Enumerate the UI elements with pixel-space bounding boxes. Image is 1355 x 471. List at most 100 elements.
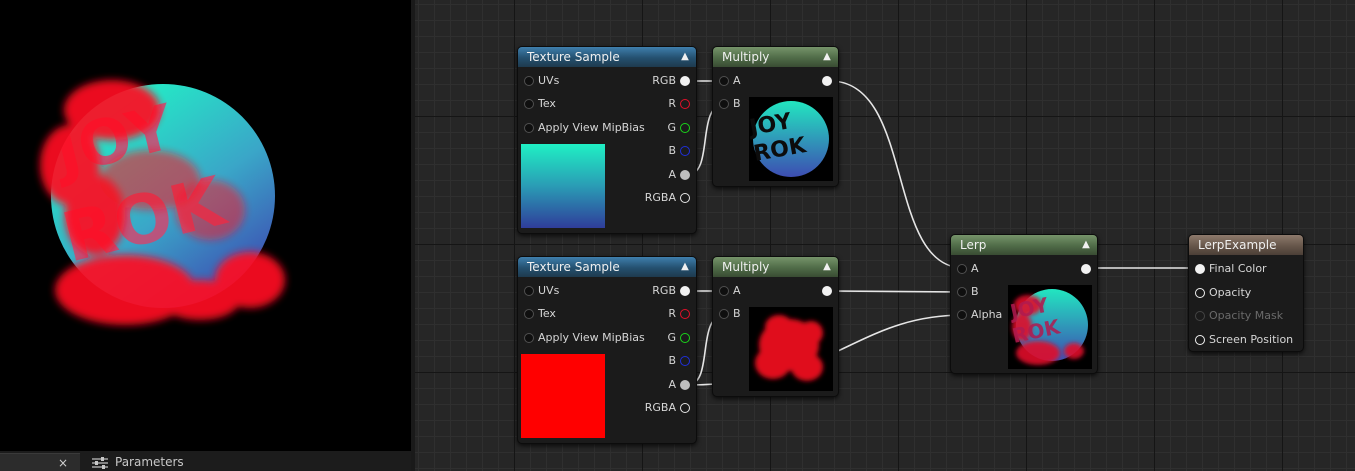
pin-rgb-out[interactable]: RGB: [652, 72, 690, 90]
pin-dot-icon[interactable]: [680, 123, 690, 133]
node-header[interactable]: Multiply ▲: [713, 257, 838, 277]
pin-rgb-out[interactable]: RGB: [652, 282, 690, 300]
material-graph[interactable]: Texture Sample ▲ UVs Tex Apply View MipB…: [415, 0, 1355, 471]
node-title: Lerp: [960, 238, 987, 252]
pin-dot-icon[interactable]: [680, 286, 690, 296]
pin-a[interactable]: A: [719, 282, 741, 300]
preview-viewport[interactable]: JOY ROK: [0, 0, 411, 451]
node-title: Texture Sample: [527, 50, 620, 64]
node-lerp[interactable]: Lerp ▲ A B Alpha JOY ROK: [950, 234, 1098, 374]
pin-tex[interactable]: Tex: [524, 95, 556, 113]
pin-a[interactable]: A: [957, 260, 979, 278]
pin-b[interactable]: B: [957, 283, 979, 301]
pin-apply-view-mipbias[interactable]: Apply View MipBias: [524, 329, 645, 347]
node-title: Texture Sample: [527, 260, 620, 274]
pin-dot-icon[interactable]: [719, 309, 729, 319]
wire-mul2-to-lerp-b: [829, 290, 965, 293]
pin-dot-icon[interactable]: [680, 76, 690, 86]
collapse-icon[interactable]: ▲: [821, 47, 833, 67]
tab-strip: × Parameters: [0, 451, 411, 471]
pin-a-out[interactable]: A: [668, 166, 690, 184]
pin-b[interactable]: B: [719, 95, 741, 113]
pin-uvs[interactable]: UVs: [524, 282, 559, 300]
pin-dot-icon[interactable]: [524, 76, 534, 86]
node-multiply-1[interactable]: Multiply ▲ A B JOY ROK: [712, 46, 839, 187]
pin-dot-icon[interactable]: [680, 356, 690, 366]
collapse-icon[interactable]: ▲: [679, 47, 691, 67]
pin-final-color[interactable]: Final Color: [1195, 260, 1267, 278]
pin-dot-icon[interactable]: [680, 403, 690, 413]
pin-opacity-mask: Opacity Mask: [1195, 307, 1283, 325]
pin-dot-icon[interactable]: [719, 99, 729, 109]
pin-dot-icon[interactable]: [524, 99, 534, 109]
pin-dot-icon[interactable]: [680, 146, 690, 156]
pin-dot-icon[interactable]: [524, 123, 534, 133]
pin-dot-icon[interactable]: [524, 286, 534, 296]
node-title: Multiply: [722, 50, 770, 64]
pin-out[interactable]: [1077, 260, 1091, 278]
pin-opacity[interactable]: Opacity: [1195, 284, 1251, 302]
pin-tex[interactable]: Tex: [524, 305, 556, 323]
collapse-icon[interactable]: ▲: [1080, 235, 1092, 255]
tab-parameters-label: Parameters: [115, 455, 184, 469]
node-header[interactable]: Multiply ▲: [713, 47, 838, 67]
pin-dot-icon[interactable]: [957, 310, 967, 320]
pin-b-out[interactable]: B: [668, 352, 690, 370]
node-header[interactable]: Lerp ▲: [951, 235, 1097, 255]
pin-dot-icon[interactable]: [719, 76, 729, 86]
node-header[interactable]: Texture Sample ▲: [518, 257, 696, 277]
pin-dot-icon[interactable]: [680, 333, 690, 343]
texture-preview-red: [521, 354, 605, 438]
lerp-preview: JOY ROK: [1008, 285, 1092, 369]
pin-a[interactable]: A: [719, 72, 741, 90]
pin-r-out[interactable]: R: [668, 95, 690, 113]
node-title: Multiply: [722, 260, 770, 274]
pin-dot-icon[interactable]: [680, 170, 690, 180]
collapse-icon[interactable]: ▲: [821, 257, 833, 277]
pin-screen-position[interactable]: Screen Position: [1195, 331, 1293, 349]
pin-uvs[interactable]: UVs: [524, 72, 559, 90]
close-tab-icon[interactable]: ×: [58, 454, 70, 471]
pin-dot-icon[interactable]: [680, 380, 690, 390]
pin-dot-icon[interactable]: [1081, 264, 1091, 274]
pin-a-out[interactable]: A: [668, 376, 690, 394]
pin-alpha[interactable]: Alpha: [957, 306, 1002, 324]
pin-b[interactable]: B: [719, 305, 741, 323]
collapse-icon[interactable]: ▲: [679, 257, 691, 277]
tab-parameters[interactable]: Parameters: [92, 453, 212, 471]
pin-g-out[interactable]: G: [667, 119, 690, 137]
tab-viewport[interactable]: ×: [0, 453, 80, 471]
pin-out[interactable]: [818, 72, 832, 90]
pin-rgba-out[interactable]: RGBA: [645, 399, 690, 417]
pin-dot-icon[interactable]: [1195, 335, 1205, 345]
pin-dot-icon[interactable]: [719, 286, 729, 296]
multiply-preview: JOY ROK: [749, 97, 833, 181]
pin-dot-icon[interactable]: [957, 287, 967, 297]
pin-dot-icon[interactable]: [524, 309, 534, 319]
pin-apply-view-mipbias[interactable]: Apply View MipBias: [524, 119, 645, 137]
material-editor: JOY ROK ×: [0, 0, 1355, 471]
pin-dot-icon[interactable]: [680, 99, 690, 109]
node-title: LerpExample: [1198, 238, 1277, 252]
pin-dot-icon[interactable]: [680, 193, 690, 203]
pin-g-out[interactable]: G: [667, 329, 690, 347]
node-texture-sample-2[interactable]: Texture Sample ▲ UVs Tex Apply View MipB…: [517, 256, 697, 444]
wire-mul1-to-lerp-a: [829, 80, 965, 269]
pin-dot-icon[interactable]: [680, 309, 690, 319]
pin-dot-icon[interactable]: [822, 286, 832, 296]
pin-dot-icon[interactable]: [1195, 264, 1205, 274]
node-multiply-2[interactable]: Multiply ▲ A B: [712, 256, 839, 397]
multiply-preview: [749, 307, 833, 391]
pin-dot-icon[interactable]: [957, 264, 967, 274]
pin-dot-icon[interactable]: [822, 76, 832, 86]
pin-dot-icon[interactable]: [1195, 288, 1205, 298]
pin-r-out[interactable]: R: [668, 305, 690, 323]
pin-dot-icon[interactable]: [524, 333, 534, 343]
pin-rgba-out[interactable]: RGBA: [645, 189, 690, 207]
pin-out[interactable]: [818, 282, 832, 300]
node-texture-sample-1[interactable]: Texture Sample ▲ UVs Tex Apply View MipB…: [517, 46, 697, 234]
pin-b-out[interactable]: B: [668, 142, 690, 160]
node-result-lerpexample[interactable]: LerpExample Final Color Opacity Opacity …: [1188, 234, 1304, 352]
node-header[interactable]: LerpExample: [1189, 235, 1303, 255]
node-header[interactable]: Texture Sample ▲: [518, 47, 696, 67]
